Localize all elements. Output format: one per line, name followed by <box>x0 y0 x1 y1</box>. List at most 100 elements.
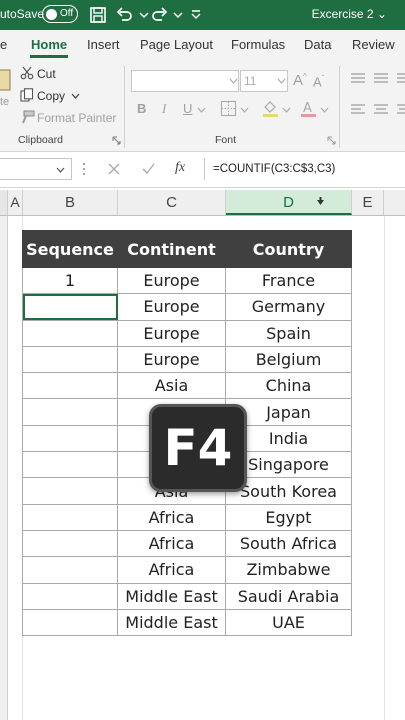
header-sequence[interactable]: Sequence <box>22 230 118 268</box>
tab-formulas[interactable]: Formulas <box>231 37 285 52</box>
sequence-cell[interactable] <box>22 608 118 637</box>
redo-icon[interactable] <box>150 5 170 25</box>
redo-dropdown-icon[interactable] <box>168 5 188 25</box>
sequence-cell[interactable] <box>22 451 118 479</box>
insert-function-icon[interactable]: fx <box>175 160 185 176</box>
copy-icon[interactable] <box>20 88 34 102</box>
bold-button[interactable]: B <box>137 101 146 116</box>
country-cell[interactable]: Germany <box>225 293 352 321</box>
toggle-knob <box>46 8 57 20</box>
country-cell[interactable]: France <box>225 266 352 295</box>
header-country[interactable]: Country <box>225 230 352 268</box>
dialog-launcher-icon[interactable] <box>112 136 121 145</box>
sequence-cell[interactable] <box>22 293 118 321</box>
copy-button[interactable]: Copy <box>37 89 65 103</box>
continent-cell[interactable]: Africa <box>117 556 226 584</box>
tab-file-partial[interactable]: e <box>0 37 7 52</box>
fill-color-dropdown-icon[interactable] <box>282 106 291 114</box>
copy-dropdown-icon[interactable] <box>71 92 80 100</box>
continent-cell[interactable]: Europe <box>117 266 226 295</box>
sequence-cell[interactable] <box>22 582 118 610</box>
borders-icon[interactable] <box>220 100 237 117</box>
autosave-toggle[interactable]: Off <box>42 5 78 23</box>
grow-font-icon[interactable]: A^ <box>293 72 307 89</box>
tab-review[interactable]: Review <box>352 37 395 52</box>
font-color-dropdown-icon[interactable] <box>320 106 329 114</box>
sequence-cell[interactable] <box>22 372 118 400</box>
continent-cell[interactable]: Middle East <box>117 582 226 610</box>
paste-icon[interactable] <box>0 66 12 92</box>
font-color-icon[interactable]: A <box>300 99 317 118</box>
select-all-corner[interactable] <box>0 190 8 215</box>
column-header-d[interactable]: D <box>226 190 352 215</box>
enter-checkmark-icon[interactable] <box>141 162 156 176</box>
align-left-icon[interactable] <box>350 103 366 115</box>
align-right-icon[interactable] <box>396 103 405 115</box>
fill-color-icon[interactable] <box>262 99 279 118</box>
borders-dropdown-icon[interactable] <box>240 106 249 114</box>
continent-cell[interactable]: Africa <box>117 503 226 531</box>
cancel-icon[interactable] <box>107 162 121 176</box>
sequence-cell[interactable]: 1 <box>22 266 118 295</box>
italic-button[interactable]: I <box>162 101 166 117</box>
save-icon[interactable] <box>88 5 108 25</box>
align-top-icon[interactable] <box>350 72 366 84</box>
sequence-cell[interactable] <box>22 529 118 558</box>
column-header-c[interactable]: C <box>118 190 226 215</box>
row-headers[interactable] <box>0 216 8 720</box>
sequence-cell[interactable] <box>22 477 118 505</box>
continent-cell[interactable]: Europe <box>117 319 226 347</box>
name-box-dropdown-icon[interactable] <box>56 166 65 174</box>
country-cell[interactable]: Saudi Arabia <box>225 582 352 610</box>
country-cell[interactable]: Belgium <box>225 345 352 374</box>
customize-toolbar-icon[interactable] <box>186 5 206 25</box>
format-painter-button[interactable]: Format Painter <box>37 111 116 125</box>
paste-label[interactable]: te <box>0 96 9 108</box>
underline-dropdown-icon[interactable] <box>197 106 206 114</box>
country-cell[interactable]: Zimbabwe <box>225 556 352 584</box>
header-continent[interactable]: Continent <box>117 230 226 268</box>
scissors-icon[interactable] <box>20 66 34 80</box>
svg-text:A: A <box>303 101 312 116</box>
tab-home[interactable]: Home <box>31 37 67 52</box>
country-cell[interactable]: Spain <box>225 319 352 347</box>
sequence-cell[interactable] <box>22 398 118 426</box>
sequence-cell[interactable] <box>22 503 118 531</box>
column-header-a[interactable]: A <box>8 190 23 215</box>
continent-cell[interactable]: Middle East <box>117 608 226 637</box>
undo-icon[interactable] <box>114 5 134 25</box>
tab-data[interactable]: Data <box>304 37 331 52</box>
format-painter-icon[interactable] <box>20 110 35 124</box>
font-dialog-launcher-icon[interactable] <box>327 136 336 145</box>
continent-cell[interactable]: Europe <box>117 293 226 321</box>
column-header-b[interactable]: B <box>23 190 118 215</box>
autosave-state: Off <box>60 8 74 19</box>
country-cell[interactable]: China <box>225 372 352 400</box>
align-center-icon[interactable] <box>373 103 389 115</box>
tab-page-layout[interactable]: Page Layout <box>140 37 213 52</box>
font-group-label: Font <box>215 134 237 146</box>
country-cell[interactable]: UAE <box>225 608 352 637</box>
align-middle-icon[interactable] <box>373 72 389 84</box>
column-header-e[interactable]: E <box>352 190 384 215</box>
document-title[interactable]: Excercise 2 ⌄ <box>312 7 387 21</box>
align-bottom-icon[interactable] <box>396 72 405 84</box>
sequence-cell[interactable] <box>22 424 118 453</box>
continent-cell[interactable]: Asia <box>117 372 226 400</box>
tab-insert[interactable]: Insert <box>87 37 120 52</box>
sequence-cell[interactable] <box>22 345 118 374</box>
underline-button[interactable]: U <box>183 101 192 116</box>
formula-bar-grip-icon[interactable] <box>82 162 86 176</box>
formula-input[interactable]: =COUNTIF(C3:C$3,C3) <box>204 158 405 180</box>
shrink-font-icon[interactable]: Aˇ <box>313 74 324 89</box>
sequence-cell[interactable] <box>22 319 118 347</box>
country-cell[interactable]: Egypt <box>225 503 352 531</box>
continent-cell[interactable]: Europe <box>117 345 226 374</box>
font-name-dropdown[interactable] <box>131 70 239 92</box>
column-header-d-label: D <box>283 194 294 211</box>
cut-button[interactable]: Cut <box>37 67 56 81</box>
group-separator <box>339 66 340 148</box>
continent-cell[interactable]: Africa <box>117 529 226 558</box>
sequence-cell[interactable] <box>22 556 118 584</box>
country-cell[interactable]: South Africa <box>225 529 352 558</box>
